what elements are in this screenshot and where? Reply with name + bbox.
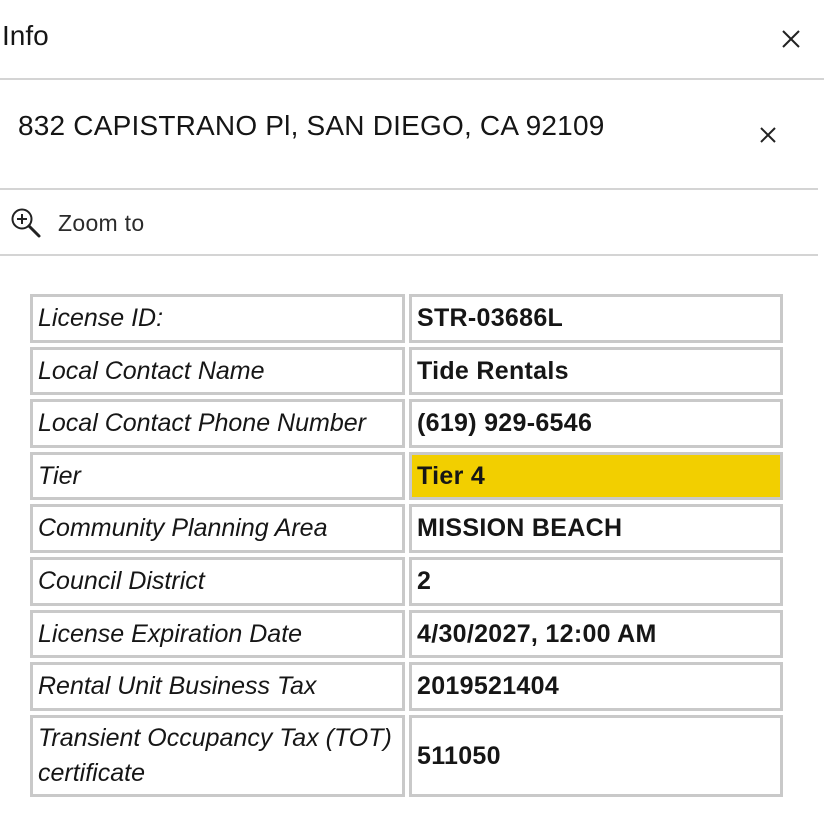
attribute-label: Local Contact Name bbox=[30, 346, 405, 396]
feature-header: 832 CAPISTRANO Pl, SAN DIEGO, CA 92109 bbox=[0, 80, 818, 190]
table-row: Council District 2 bbox=[30, 556, 783, 606]
tier-value-highlighted: Tier 4 bbox=[409, 451, 783, 501]
table-row: License Expiration Date 4/30/2027, 12:00… bbox=[30, 609, 783, 659]
attribute-value: 2 bbox=[409, 556, 783, 606]
feature-title: 832 CAPISTRANO Pl, SAN DIEGO, CA 92109 bbox=[18, 110, 605, 141]
attribute-label: License ID: bbox=[30, 294, 405, 343]
table-row: License ID: STR-03686L bbox=[30, 294, 783, 343]
attribute-label: Tier bbox=[30, 451, 405, 501]
close-feature-button[interactable] bbox=[751, 118, 785, 152]
table-row: Community Planning Area MISSION BEACH bbox=[30, 504, 783, 553]
attribute-value: STR-03686L bbox=[409, 294, 783, 343]
zoom-to-button[interactable]: Zoom to bbox=[10, 206, 144, 240]
zoom-in-icon bbox=[11, 208, 41, 238]
table-row: Tier Tier 4 bbox=[30, 451, 783, 501]
info-panel: Info 832 CAPISTRANO Pl, SAN DIEGO, CA 92… bbox=[0, 0, 824, 814]
attribute-label: Community Planning Area bbox=[30, 504, 405, 553]
close-panel-button[interactable] bbox=[774, 22, 808, 56]
attribute-label: Rental Unit Business Tax bbox=[30, 662, 405, 711]
attribute-label: Council District bbox=[30, 556, 405, 606]
table-row: Transient Occupancy Tax (TOT) certificat… bbox=[30, 714, 783, 797]
table-row: Local Contact Phone Number (619) 929-654… bbox=[30, 399, 783, 448]
attribute-value: MISSION BEACH bbox=[409, 504, 783, 553]
panel-title: Info bbox=[2, 20, 49, 51]
attribute-label: Local Contact Phone Number bbox=[30, 399, 405, 448]
attribute-label: Transient Occupancy Tax (TOT) certificat… bbox=[30, 714, 405, 797]
zoom-to-label: Zoom to bbox=[58, 209, 145, 236]
attribute-table: License ID: STR-03686L Local Contact Nam… bbox=[26, 290, 787, 801]
close-icon bbox=[760, 127, 776, 143]
attribute-value: 2019521404 bbox=[409, 662, 783, 711]
feature-actions: Zoom to bbox=[0, 190, 818, 256]
attribute-value: 4/30/2027, 12:00 AM bbox=[409, 609, 783, 659]
attribute-value: (619) 929-6546 bbox=[409, 399, 783, 448]
attribute-value: Tide Rentals bbox=[409, 346, 783, 396]
attribute-value: 511050 bbox=[409, 714, 783, 797]
table-row: Local Contact Name Tide Rentals bbox=[30, 346, 783, 396]
attribute-label: License Expiration Date bbox=[30, 609, 405, 659]
panel-header: Info bbox=[0, 0, 824, 80]
close-icon bbox=[782, 30, 800, 48]
table-row: Rental Unit Business Tax 2019521404 bbox=[30, 662, 783, 711]
